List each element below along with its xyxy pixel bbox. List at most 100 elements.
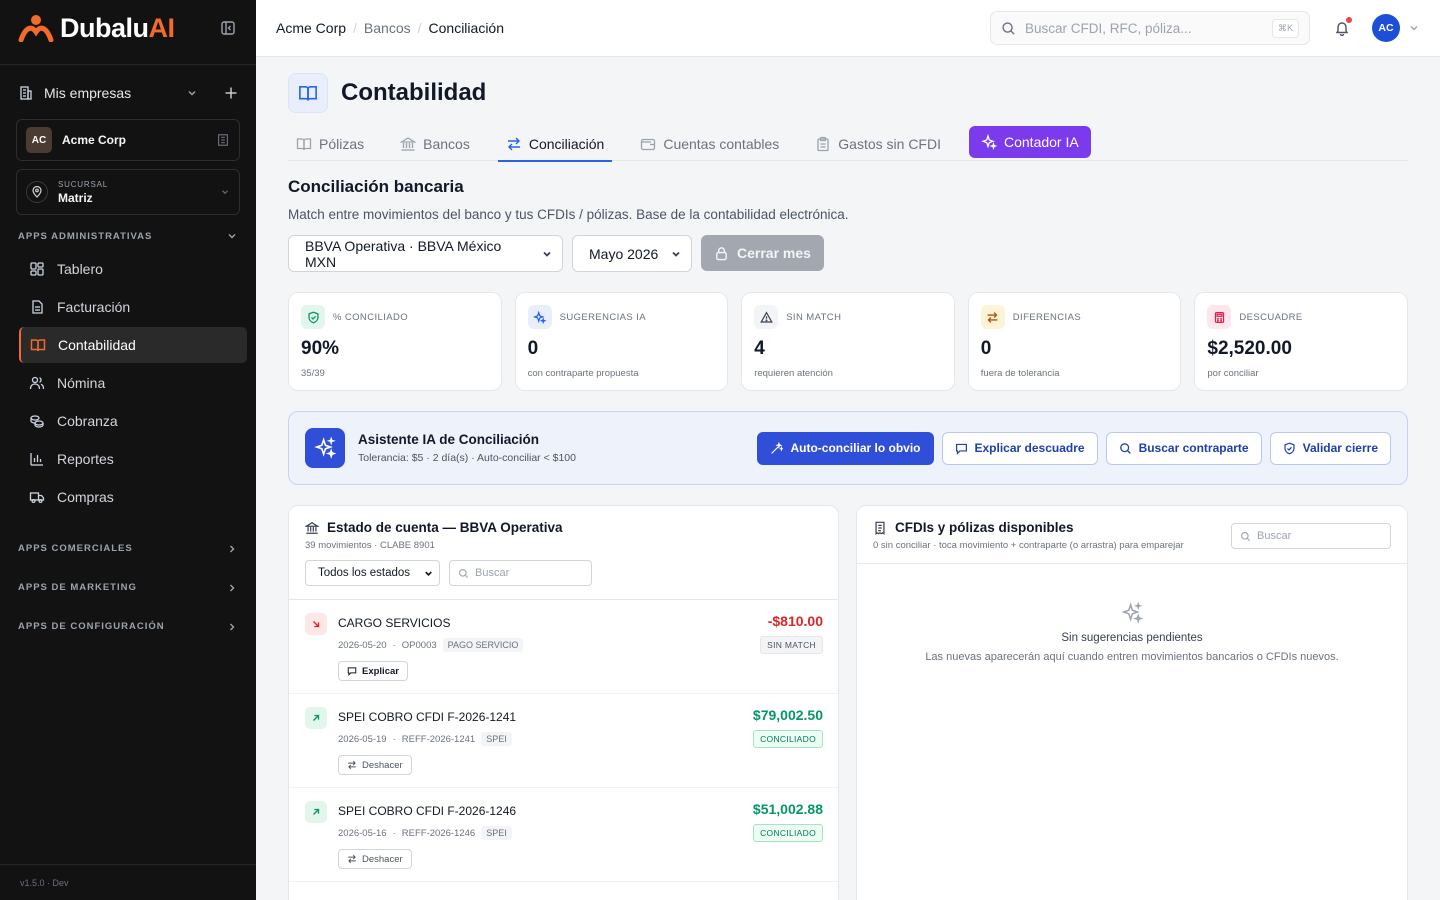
movement-ref: REFF-2026-1246 (401, 827, 476, 839)
meta-separator: · (392, 827, 396, 839)
available-subtitle: 0 sin conciliar · toca movimiento + cont… (873, 540, 1184, 551)
chevron-down-icon[interactable] (1408, 22, 1420, 34)
sidebar-item-cobranza[interactable]: Cobranza (19, 403, 247, 439)
global-search-input[interactable] (1025, 20, 1263, 36)
sidebar-item-contabilidad[interactable]: Contabilidad (19, 327, 247, 363)
arrow-up-right-icon (305, 801, 327, 823)
movement-ref: REFF-2026-1241 (401, 733, 476, 745)
coins-icon (29, 413, 45, 429)
sidebar-item-compras[interactable]: Compras (19, 479, 247, 515)
breadcrumb-bancos[interactable]: Bancos (364, 20, 411, 36)
empty-state: Sin sugerencias pendientes Las nuevas ap… (857, 564, 1407, 663)
explain-mismatch-button[interactable]: Explicar descuadre (941, 431, 1098, 465)
ai-assistant-panel: Asistente IA de Conciliación Tolerancia:… (288, 411, 1408, 485)
kpi-sub: por conciliar (1207, 368, 1259, 379)
kpi-card-diferencias: DIFERENCIAS 0 fuera de tolerancia (967, 292, 1182, 391)
arrows-swap-icon (980, 305, 1005, 329)
search-icon (458, 568, 469, 579)
movement-amount: $51,002.88 (752, 801, 823, 817)
section-marketing-apps[interactable]: APPS DE MARKETING (0, 568, 256, 607)
validate-close-button[interactable]: Validar cierre (1269, 431, 1391, 465)
movement-title: SPEI COBRO CFDI F-2026-1241 (338, 710, 517, 724)
kpi-card-sin-match: SIN MATCH 4 requieren atención (741, 292, 955, 391)
user-avatar[interactable]: AC (1372, 14, 1400, 42)
statement-search-input[interactable] (475, 567, 575, 579)
tab-conciliacion[interactable]: Conciliación (497, 127, 616, 162)
warning-icon (754, 305, 779, 329)
chevron-right-icon (226, 582, 238, 594)
breadcrumb-company[interactable]: Acme Corp (276, 20, 346, 36)
month-select[interactable]: Mayo 2026 (572, 235, 692, 272)
statement-subtitle: 39 movimientos · CLABE 8901 (305, 540, 435, 551)
arrow-down-right-icon (305, 613, 327, 635)
undo-button[interactable]: Deshacer (338, 849, 412, 869)
movement-row[interactable]: SPEI COBRO CFDI F-2026-1241 2026-05-19 · … (289, 694, 838, 788)
branch-selector[interactable]: SUCURSAL Matriz (16, 169, 240, 215)
sidebar-collapse-icon[interactable] (218, 18, 238, 38)
section-config-apps[interactable]: APPS DE CONFIGURACIÓN (0, 607, 256, 646)
tab-polizas[interactable]: Pólizas (288, 127, 376, 161)
companies-switcher[interactable]: Mis empresas (0, 73, 256, 113)
meta-separator: · (392, 639, 396, 651)
status-badge: CONCILIADO (753, 730, 823, 748)
global-search[interactable]: ⌘K (990, 11, 1310, 45)
sidebar-item-label: Compras (57, 489, 114, 505)
tab-label: Contador IA (1004, 134, 1079, 150)
section-label: APPS DE MARKETING (18, 582, 137, 593)
section-commercial-apps[interactable]: APPS COMERCIALES (0, 529, 256, 568)
chevron-down-icon (423, 568, 434, 579)
brand-logo[interactable]: DubaluAI (18, 13, 175, 44)
add-company-icon[interactable] (224, 86, 238, 100)
empty-state-subtitle: Las nuevas aparecerán aquí cuando entren… (925, 651, 1339, 663)
kpi-value: 0 (980, 338, 992, 359)
sidebar-item-label: Nómina (57, 375, 106, 391)
sidebar-item-label: Reportes (57, 451, 114, 467)
movement-row[interactable]: CARGO SERVICIOS 2026-05-20 · OP0003 PAGO … (289, 600, 838, 694)
movement-row[interactable]: SPEI COBRO CFDI F-2026-1246 2026-05-16 · … (289, 788, 838, 882)
auto-reconcile-button[interactable]: Auto-conciliar lo obvio (757, 431, 934, 465)
lock-icon (714, 246, 729, 261)
chevron-down-icon (670, 248, 682, 260)
tab-gastos-sin-cfdi[interactable]: Gastos sin CFDI (807, 127, 953, 161)
account-select[interactable]: BBVA Operativa · BBVA México MXN (288, 235, 563, 272)
undo-button[interactable]: Deshacer (338, 755, 412, 775)
sidebar-item-facturacion[interactable]: Facturación (19, 289, 247, 325)
search-shortcut-hint: ⌘K (1271, 18, 1299, 38)
bar-chart-icon (29, 451, 45, 467)
notifications-bell-icon[interactable] (1330, 16, 1354, 40)
active-company-card[interactable]: AC Acme Corp (16, 119, 240, 161)
sidebar-item-reportes[interactable]: Reportes (19, 441, 247, 477)
sparkles-icon (305, 428, 345, 468)
tab-bancos[interactable]: Bancos (392, 127, 482, 161)
close-month-button[interactable]: Cerrar mes (701, 235, 824, 271)
shield-check-icon (301, 305, 325, 329)
movement-tag: SPEI (481, 732, 512, 746)
brand-name: DubaluAI (60, 12, 175, 43)
statement-search[interactable] (449, 560, 592, 586)
sidebar: DubaluAI Mis empresas AC Acme Corp SUCUR… (0, 0, 256, 900)
status-badge: SIN MATCH (760, 636, 823, 654)
kpi-sub: requieren atención (754, 368, 833, 379)
tab-contador-ia[interactable]: Contador IA (969, 126, 1091, 158)
status-filter-value: Todos los estados (318, 567, 411, 579)
sidebar-item-nomina[interactable]: Nómina (19, 365, 247, 401)
available-search-input[interactable] (1257, 530, 1377, 542)
kpi-value: 4 (754, 338, 765, 359)
available-documents-panel: CFDIs y pólizas disponibles 0 sin concil… (856, 505, 1408, 900)
kpi-card-sugerencias: SUGERENCIAS IA 0 con contraparte propues… (514, 292, 729, 391)
sidebar-item-tablero[interactable]: Tablero (19, 251, 247, 287)
app-version: v1.5.0 · Dev (0, 864, 256, 900)
find-counterpart-button[interactable]: Buscar contraparte (1105, 431, 1262, 465)
book-icon (288, 73, 328, 113)
available-search[interactable] (1231, 523, 1391, 549)
kpi-label: SIN MATCH (786, 311, 842, 323)
status-filter-select[interactable]: Todos los estados (305, 560, 440, 586)
explain-button[interactable]: Explicar (338, 661, 408, 681)
find-counterpart-label: Buscar contraparte (1138, 441, 1249, 455)
tab-cuentas-contables[interactable]: Cuentas contables (632, 127, 791, 161)
branch-label: SUCURSAL (58, 179, 108, 189)
topbar: Acme Corp / Bancos / Conciliación ⌘K AC (256, 0, 1440, 57)
section-admin-apps[interactable]: APPS ADMINISTRATIVAS (0, 223, 256, 249)
chevron-down-icon[interactable] (186, 87, 198, 99)
auto-reconcile-label: Auto-conciliar lo obvio (790, 441, 921, 455)
